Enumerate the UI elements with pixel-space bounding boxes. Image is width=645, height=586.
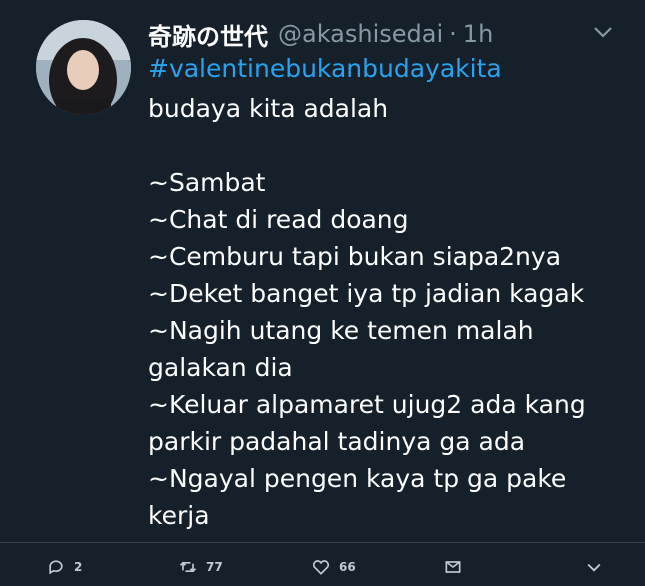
tweet-line: ~Deket banget iya tp jadian kagak bbox=[148, 279, 585, 308]
more-button[interactable] bbox=[584, 552, 612, 582]
retweet-button[interactable]: 77 bbox=[178, 552, 223, 582]
tweet-line: ~Sambat bbox=[148, 168, 266, 197]
tweet-line: budaya kita adalah bbox=[148, 94, 389, 123]
message-icon bbox=[445, 561, 461, 573]
timestamp[interactable]: 1h bbox=[463, 20, 493, 48]
tweet-header: 奇跡の世代 @akashisedai · 1h bbox=[148, 16, 625, 52]
like-count: 66 bbox=[339, 560, 356, 574]
chevron-down-icon[interactable] bbox=[591, 20, 615, 44]
like-icon bbox=[312, 560, 330, 575]
tweet-text: budaya kita adalah ~Sambat ~Chat di read… bbox=[148, 90, 618, 534]
reply-count: 2 bbox=[74, 560, 83, 574]
user-handle[interactable]: @akashisedai bbox=[278, 20, 443, 48]
hashtag-link[interactable]: #valentinebukanbudayakita bbox=[148, 54, 502, 83]
retweet-count: 77 bbox=[206, 560, 223, 574]
retweet-icon bbox=[179, 561, 197, 573]
chevron-down-icon bbox=[587, 563, 601, 572]
reply-icon bbox=[49, 560, 63, 575]
reply-button[interactable]: 2 bbox=[46, 552, 82, 582]
separator-dot: · bbox=[449, 20, 457, 48]
action-bar: 2 77 66 bbox=[0, 552, 645, 582]
divider bbox=[0, 542, 645, 543]
tweet-line: ~Cemburu tapi bukan siapa2nya bbox=[148, 242, 562, 271]
avatar[interactable] bbox=[36, 20, 131, 115]
tweet-line: ~Keluar alpamaret ujug2 ada kang parkir … bbox=[148, 390, 586, 456]
tweet-line: ~Chat di read doang bbox=[148, 205, 409, 234]
message-button[interactable] bbox=[443, 552, 471, 582]
display-name[interactable]: 奇跡の世代 bbox=[148, 17, 268, 52]
tweet-line: ~Nagih utang ke temen malah galakan dia bbox=[148, 316, 534, 382]
like-button[interactable]: 66 bbox=[311, 552, 356, 582]
tweet-line: ~Ngayal pengen kaya tp ga pake kerja bbox=[148, 464, 567, 530]
